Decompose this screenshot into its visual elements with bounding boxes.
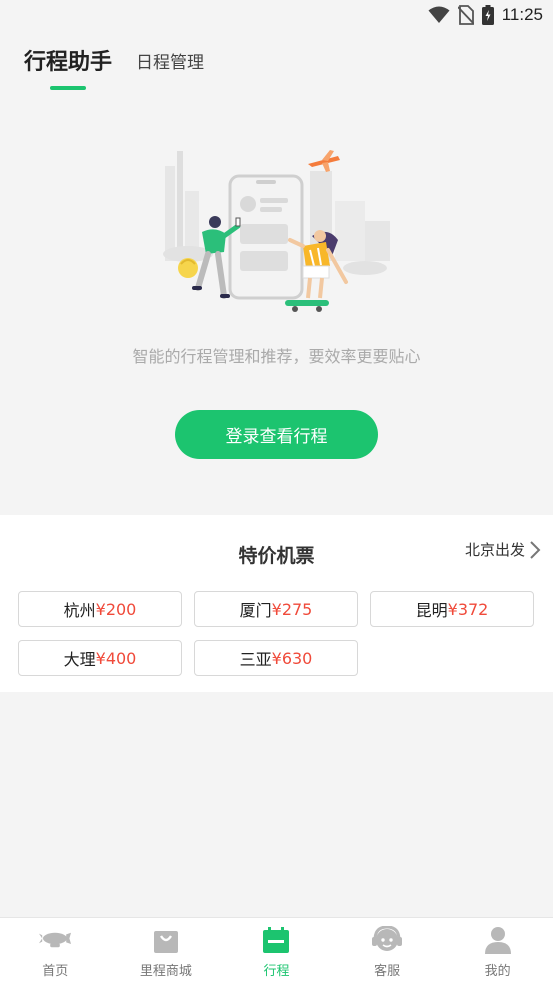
calendar-icon xyxy=(260,926,292,954)
no-sim-icon xyxy=(457,5,474,25)
status-time: 11:25 xyxy=(501,5,543,24)
nav-label: 首页 xyxy=(42,964,69,979)
nav-item-mileage-mall[interactable]: 里程商城 xyxy=(111,918,222,983)
airfare-grid: 杭州 ¥200 厦门 ¥275 昆明 ¥372 大理 ¥400 三亚 ¥630 xyxy=(18,591,534,676)
airfare-price: ¥372 xyxy=(447,599,489,619)
shopping-bag-icon xyxy=(150,926,182,954)
chevron-right-icon xyxy=(530,540,541,559)
trip-illustration xyxy=(163,150,390,312)
nav-item-mine[interactable]: 我的 xyxy=(442,918,553,983)
nav-item-trips[interactable]: 行程 xyxy=(221,918,332,983)
airfare-city: 大理 xyxy=(63,650,96,669)
top-tabs: 行程助手 日程管理 xyxy=(24,44,204,90)
airfare-price: ¥630 xyxy=(271,648,313,668)
nav-item-customer-service[interactable]: 客服 xyxy=(332,918,443,983)
nav-label: 我的 xyxy=(484,964,511,979)
airfare-item[interactable]: 昆明 ¥372 xyxy=(370,591,534,627)
departure-city-selector[interactable]: 北京出发 xyxy=(465,539,541,560)
airfare-city: 昆明 xyxy=(415,601,448,620)
headset-icon xyxy=(371,926,403,954)
battery-icon xyxy=(481,5,494,25)
nav-label: 里程商城 xyxy=(139,964,192,979)
tab-schedule-management[interactable]: 日程管理 xyxy=(136,48,204,90)
airfare-item[interactable]: 杭州 ¥200 xyxy=(18,591,182,627)
airfare-city: 杭州 xyxy=(63,601,96,620)
airfare-item[interactable]: 大理 ¥400 xyxy=(18,640,182,676)
airfare-item[interactable]: 厦门 ¥275 xyxy=(194,591,358,627)
airfare-price: ¥400 xyxy=(95,648,137,668)
bottom-nav: 首页 里程商城 行程 客服 我的 xyxy=(0,917,553,983)
wifi-icon xyxy=(428,6,450,23)
tab-trip-assistant[interactable]: 行程助手 xyxy=(24,44,112,90)
airfare-price: ¥275 xyxy=(271,599,313,619)
user-icon xyxy=(482,926,514,954)
tagline: 智能的行程管理和推荐，要效率更要贴心 xyxy=(132,347,421,366)
airfare-city: 三亚 xyxy=(239,650,272,669)
nav-item-home[interactable]: 首页 xyxy=(0,918,111,983)
airfare-item[interactable]: 三亚 ¥630 xyxy=(194,640,358,676)
airship-icon xyxy=(39,926,72,954)
departure-city-label: 北京出发 xyxy=(464,541,525,559)
status-bar: 11:25 xyxy=(0,0,553,32)
status-icons: 11:25 xyxy=(428,5,543,25)
airfare-price: ¥200 xyxy=(95,599,137,619)
airfare-city: 厦门 xyxy=(239,601,272,620)
special-airfare-card: 特价机票 北京出发 杭州 ¥200 厦门 ¥275 昆明 ¥372 大理 ¥400 三亚… xyxy=(0,515,553,692)
login-view-trips-button[interactable]: 登录查看行程 xyxy=(175,410,378,459)
nav-label: 行程 xyxy=(263,964,290,979)
nav-label: 客服 xyxy=(374,964,401,979)
